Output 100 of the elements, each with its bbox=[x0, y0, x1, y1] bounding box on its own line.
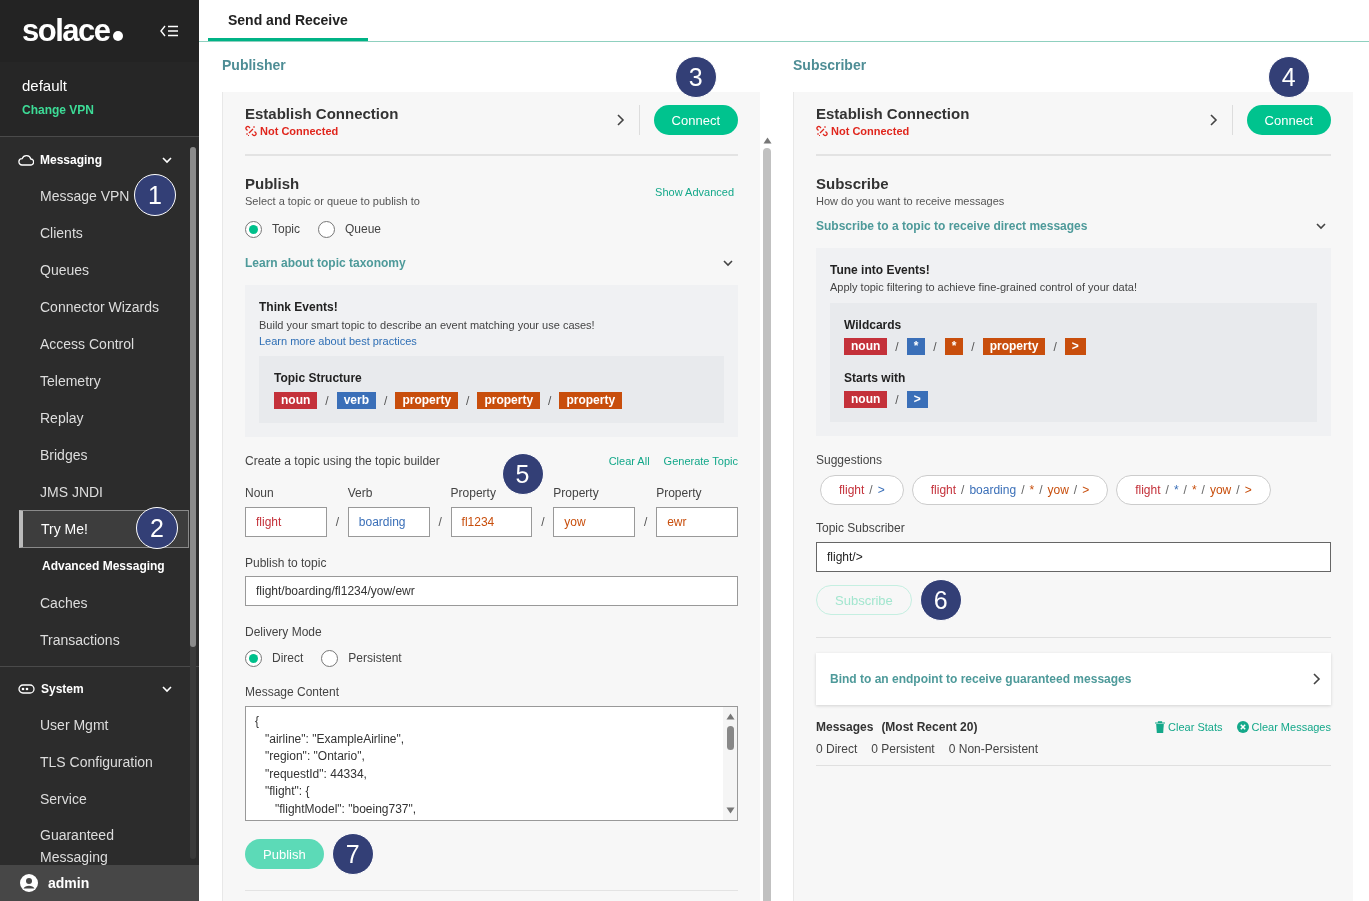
slash-separator: / bbox=[466, 393, 470, 408]
nav-item[interactable]: User Mgmt bbox=[0, 706, 190, 743]
nav-item[interactable]: Queues bbox=[0, 251, 190, 288]
topic-tag: noun bbox=[844, 338, 888, 355]
suggestion-chip[interactable]: flight / * / * / yow / > bbox=[1116, 475, 1271, 505]
nav-group-header[interactable]: System bbox=[0, 672, 199, 706]
builder-label: Create a topic using the topic builder bbox=[245, 453, 440, 469]
chevron-down-icon[interactable] bbox=[1315, 220, 1327, 232]
slash-separator: / bbox=[384, 393, 388, 408]
topic-level-field[interactable]: fl1234 bbox=[450, 507, 533, 537]
suggestion-chip[interactable]: flight / > bbox=[820, 475, 904, 505]
section-subtitle: How do you want to receive messages bbox=[816, 194, 1006, 209]
chevron-right-icon[interactable] bbox=[1207, 113, 1218, 127]
topic-level-field[interactable]: flight bbox=[245, 507, 327, 537]
slash-separator: / bbox=[437, 514, 443, 531]
topic-tag: property bbox=[559, 392, 623, 409]
nav-item[interactable]: Access Control bbox=[0, 325, 190, 362]
change-vpn-link[interactable]: Change VPN bbox=[22, 103, 94, 117]
tab[interactable]: Send and Receive bbox=[208, 1, 368, 41]
nav-group-header[interactable]: Messaging bbox=[0, 143, 199, 177]
nav-item[interactable]: Telemetry bbox=[0, 362, 190, 399]
field-label: Topic Subscriber bbox=[816, 520, 906, 536]
messages-title: Messages bbox=[816, 719, 874, 735]
slash-separator: / bbox=[548, 393, 552, 408]
scrollbar-thumb[interactable] bbox=[190, 147, 196, 647]
field-label: Property bbox=[553, 485, 600, 501]
field-label: Property bbox=[656, 485, 703, 501]
step-number-badge: 6 bbox=[919, 579, 962, 621]
topic-tag: property bbox=[395, 392, 459, 409]
logo: solace bbox=[22, 13, 123, 49]
messages-subtitle: (Most Recent 20) bbox=[881, 719, 978, 735]
nav-item[interactable]: Message VPN 1 bbox=[0, 177, 190, 214]
radio-button[interactable]: Topic bbox=[245, 220, 300, 238]
step-number-badge: 5 bbox=[501, 453, 544, 495]
radio-button[interactable]: Direct bbox=[245, 649, 304, 667]
user-name: admin bbox=[48, 875, 90, 891]
topic-tag: * bbox=[906, 338, 926, 355]
topic-tag: > bbox=[906, 391, 928, 408]
wildcard-group-title: Starts with bbox=[844, 370, 907, 386]
field-label: Verb bbox=[347, 485, 374, 501]
slash-separator: / bbox=[1053, 339, 1057, 354]
publish-topic-field[interactable]: flight/boarding/fl1234/yow/ewr bbox=[245, 576, 738, 606]
nav-item[interactable]: Transactions bbox=[0, 621, 190, 658]
nav-item[interactable]: JMS JNDI bbox=[0, 473, 190, 510]
best-practices-link[interactable]: Learn more about best practices bbox=[259, 335, 417, 347]
field-label: Delivery Mode bbox=[245, 624, 323, 640]
chevron-down-icon[interactable] bbox=[161, 154, 173, 166]
section-title: Publish bbox=[245, 174, 301, 193]
slash-separator: / bbox=[895, 392, 899, 407]
info-text: Build your smart topic to describe an event matching your use cases! Learn more about best practices bbox=[259, 318, 596, 349]
step-number-badge: 4 bbox=[1267, 56, 1310, 98]
trash-icon bbox=[1155, 721, 1166, 733]
scrollbar[interactable] bbox=[190, 147, 196, 859]
field-label: Noun bbox=[245, 485, 275, 501]
nav-item[interactable]: Guaranteed Messaging bbox=[0, 817, 190, 865]
chevron-right-icon[interactable] bbox=[614, 113, 625, 127]
topic-subscriber-field[interactable]: flight/> bbox=[816, 542, 1331, 572]
radio-button[interactable]: Persistent bbox=[321, 649, 402, 667]
scrollbar-thumb[interactable] bbox=[763, 148, 771, 901]
clear-icon bbox=[1236, 721, 1249, 733]
field-label: Property bbox=[450, 485, 497, 501]
nav-item[interactable]: TLS Configuration bbox=[0, 743, 190, 780]
collapse-menu-icon[interactable] bbox=[160, 25, 179, 37]
nav-item[interactable]: Connector Wizards bbox=[0, 288, 190, 325]
suggestion-chip[interactable]: flight / boarding / * / yow / > bbox=[911, 475, 1109, 505]
chevron-down-icon[interactable] bbox=[161, 683, 173, 695]
topic-tag: noun bbox=[844, 391, 888, 408]
chevron-right-icon[interactable] bbox=[1311, 672, 1321, 686]
topic-level-field[interactable]: boarding bbox=[347, 507, 430, 537]
connection-status: Not Connected bbox=[831, 124, 910, 137]
topic-tag: verb bbox=[336, 392, 377, 409]
step-number-badge: 2 bbox=[136, 507, 178, 549]
nav-subheader[interactable]: Advanced Messaging bbox=[0, 548, 190, 584]
step-number-badge: 1 bbox=[134, 174, 176, 216]
nav-item[interactable]: Clients bbox=[0, 214, 190, 251]
chevron-down-icon[interactable] bbox=[722, 257, 734, 269]
radio-button[interactable]: Queue bbox=[318, 220, 382, 238]
topic-tag: noun bbox=[274, 392, 318, 409]
nav-item[interactable]: Service bbox=[0, 780, 190, 817]
nav-item[interactable]: Caches bbox=[0, 584, 190, 621]
info-title: Tune into Events! bbox=[830, 262, 931, 278]
slash-separator: / bbox=[971, 339, 975, 354]
topic-level-field[interactable]: ewr bbox=[656, 507, 738, 537]
topic-tag: property bbox=[477, 392, 541, 409]
topic-level-field[interactable]: yow bbox=[553, 507, 636, 537]
topic-tag: * bbox=[944, 338, 964, 355]
wildcard-group-title: Wildcards bbox=[844, 317, 903, 333]
section-subtitle: Select a topic or queue to publish to bbox=[245, 194, 420, 209]
scroll-up-arrow-icon[interactable] bbox=[762, 137, 772, 144]
panel-title: Publisher bbox=[222, 57, 286, 73]
toggle-icon bbox=[18, 684, 35, 694]
scrollbar[interactable] bbox=[762, 137, 772, 901]
info-text: Apply topic filtering to achieve fine-grained control of your data! bbox=[830, 280, 1138, 295]
message-stat: 0 Non-Persistent bbox=[948, 741, 1039, 757]
topic-tag: > bbox=[1064, 338, 1086, 355]
section-title: Establish Connection bbox=[245, 103, 400, 123]
nav-item[interactable]: Try Me! 2 bbox=[19, 510, 189, 548]
nav-item[interactable]: Bridges bbox=[0, 436, 190, 473]
slash-separator: / bbox=[933, 339, 937, 354]
nav-item[interactable]: Replay bbox=[0, 399, 190, 436]
